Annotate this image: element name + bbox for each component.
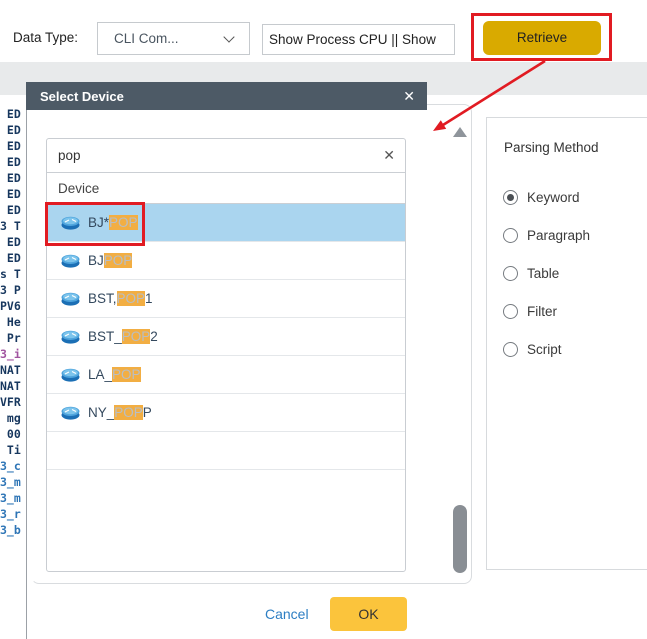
device-row[interactable]: NY_POPP [47,394,405,432]
code-line: 00 [0,426,27,442]
router-icon [61,406,80,420]
radio-icon[interactable] [503,228,518,243]
router-icon [61,216,80,230]
code-line: 3_m [0,474,27,490]
router-icon [61,330,80,344]
chevron-down-icon [223,31,234,42]
data-type-label: Data Type: [13,30,78,45]
parsing-option-table[interactable]: Table [487,254,647,292]
code-line: Pr [0,330,27,346]
data-type-dropdown[interactable]: CLI Com... [97,22,250,55]
radio-icon[interactable] [503,304,518,319]
code-line: s T [0,266,27,282]
retrieve-button[interactable]: Retrieve [483,21,601,55]
code-line: NAT [0,378,27,394]
device-name: BST,POP1 [88,291,153,306]
device-row[interactable]: BST_POP2 [47,318,405,356]
code-line: Ti [0,442,27,458]
device-search-input[interactable] [58,148,358,163]
code-line: VFR [0,394,27,410]
device-row[interactable]: BST,POP1 [47,280,405,318]
code-line: ED [0,202,27,218]
device-header-label: Device [58,181,99,196]
code-line: 3_r [0,506,27,522]
select-device-dialog: ✕ Device BJ*POP BJPOP BST,POP1 BST_POP2 [26,104,472,639]
router-icon [61,292,80,306]
router-icon [61,368,80,382]
parsing-option-paragraph[interactable]: Paragraph [487,216,647,254]
parsing-option-label: Keyword [527,190,580,205]
data-type-dropdown-value: CLI Com... [114,31,179,46]
parsing-method-panel: Parsing Method Keyword Paragraph Table F… [486,117,647,570]
ok-button[interactable]: OK [330,597,407,631]
dialog-titlebar: Select Device ✕ [26,82,427,110]
code-line: PV6 [0,298,27,314]
device-name: LA_POP [88,367,141,382]
device-name: BST_POP2 [88,329,158,344]
cancel-button[interactable]: Cancel [265,606,309,622]
device-search-row: ✕ [47,139,405,173]
parsing-option-label: Filter [527,304,557,319]
radio-icon[interactable] [503,266,518,281]
code-line: 3 T [0,218,27,234]
command-preview-box[interactable]: Show Process CPU || Show [262,24,455,55]
code-line: ED [0,170,27,186]
parsing-option-filter[interactable]: Filter [487,292,647,330]
device-name: NY_POPP [88,405,152,420]
code-line: ED [0,106,27,122]
close-icon[interactable]: ✕ [403,88,415,105]
scrollbar-thumb[interactable] [453,505,467,573]
scroll-up-icon[interactable] [453,127,467,137]
empty-row [47,432,405,470]
parsing-option-label: Paragraph [527,228,590,243]
parsing-option-script[interactable]: Script [487,330,647,368]
code-line: NAT [0,362,27,378]
router-icon [61,254,80,268]
device-row[interactable]: BJ*POP [47,204,405,242]
background-code: ED ED ED ED ED ED ED3 T ED EDs T3 PPV6 H… [0,106,27,546]
code-line: ED [0,122,27,138]
device-table: ✕ Device BJ*POP BJPOP BST,POP1 BST_POP2 [46,138,406,572]
code-line: 3 P [0,282,27,298]
code-line: 3_c [0,458,27,474]
code-line: ED [0,234,27,250]
device-name: BJPOP [88,253,132,268]
device-column-header: Device [47,173,405,204]
code-line: 3_m [0,490,27,506]
code-line: ED [0,154,27,170]
code-line: ED [0,138,27,154]
code-line: mg [0,410,27,426]
device-row[interactable]: LA_POP [47,356,405,394]
device-name: BJ*POP [88,215,138,230]
parsing-method-heading: Parsing Method [504,140,599,155]
device-rows: BJ*POP BJPOP BST,POP1 BST_POP2 LA_POP NY… [47,204,405,470]
parsing-option-label: Table [527,266,559,281]
parsing-option-keyword[interactable]: Keyword [487,178,647,216]
dialog-title: Select Device [40,89,124,104]
radio-icon[interactable] [503,342,518,357]
code-line: ED [0,250,27,266]
device-row[interactable]: BJPOP [47,242,405,280]
radio-selected-icon[interactable] [503,190,518,205]
parsing-option-label: Script [527,342,562,357]
code-line: 3_i [0,346,27,362]
code-line: 3_b [0,522,27,538]
clear-search-icon[interactable]: ✕ [383,147,395,164]
code-line: ED [0,186,27,202]
code-line: He [0,314,27,330]
